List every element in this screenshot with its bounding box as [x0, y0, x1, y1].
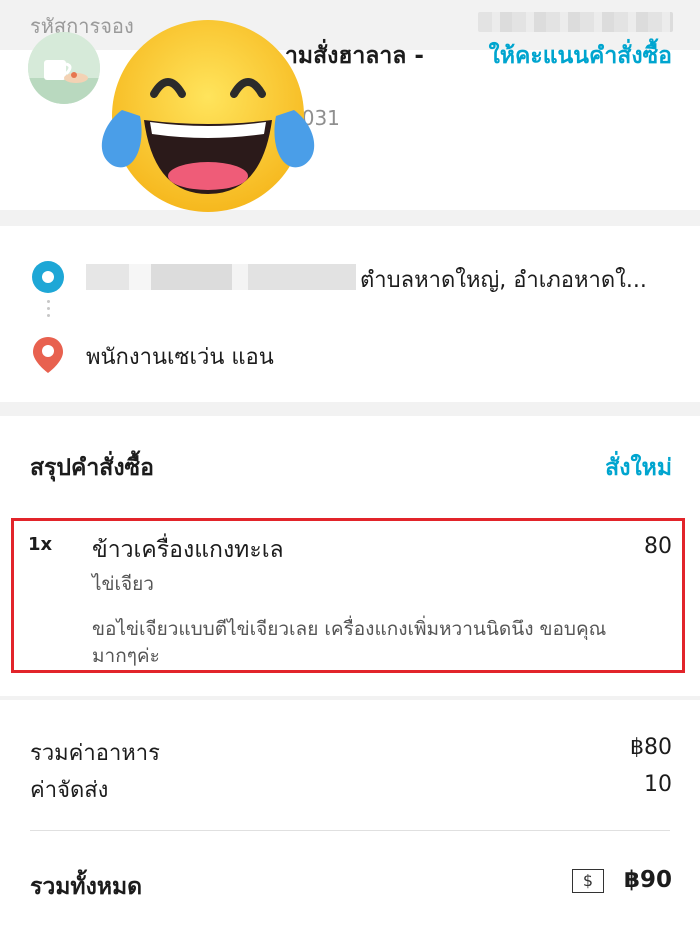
- grand-total-label: รวมทั้งหมด: [30, 874, 143, 900]
- delivery-fee-value: 10: [644, 772, 672, 797]
- totals-divider: [30, 830, 670, 831]
- rate-order-link[interactable]: ให้คะแนนคำสั่งซื้อ: [489, 38, 672, 74]
- item-quantity: 1x: [28, 534, 53, 555]
- route-card: [0, 226, 700, 402]
- delivery-fee-label: ค่าจัดส่ง: [30, 778, 109, 803]
- grand-total-value: ฿90: [623, 867, 672, 893]
- cash-icon: $: [572, 869, 604, 893]
- pickup-address: ตำบลหาดใหญ่, อำเภอหาดใ...: [360, 268, 647, 293]
- booking-id-redacted: [478, 12, 673, 32]
- item-option: ไข่เจียว: [92, 573, 154, 595]
- route-connector: [47, 300, 50, 321]
- reorder-link[interactable]: สั่งใหม่: [605, 450, 672, 486]
- item-note: ขอไข่เจียวแบบตีไข่เจียวเลย เครื่องแกงเพิ…: [92, 618, 607, 667]
- food-total-value: ฿80: [630, 735, 672, 760]
- order-summary-title: สรุปคำสั่งซื้อ: [30, 455, 154, 481]
- dropoff-address: พนักงานเซเว่น แอน: [86, 345, 274, 370]
- laughing-emoji: [101, 20, 315, 212]
- food-total-label: รวมค่าอาหาร: [30, 741, 160, 766]
- store-avatar-icon[interactable]: [28, 32, 100, 104]
- item-name: ข้าวเครื่องแกงทะเล: [92, 537, 284, 563]
- item-price: 80: [644, 534, 672, 559]
- location-pin-icon: [33, 337, 63, 373]
- pickup-address-redacted: [86, 264, 356, 290]
- pickup-dot-icon: [32, 261, 64, 293]
